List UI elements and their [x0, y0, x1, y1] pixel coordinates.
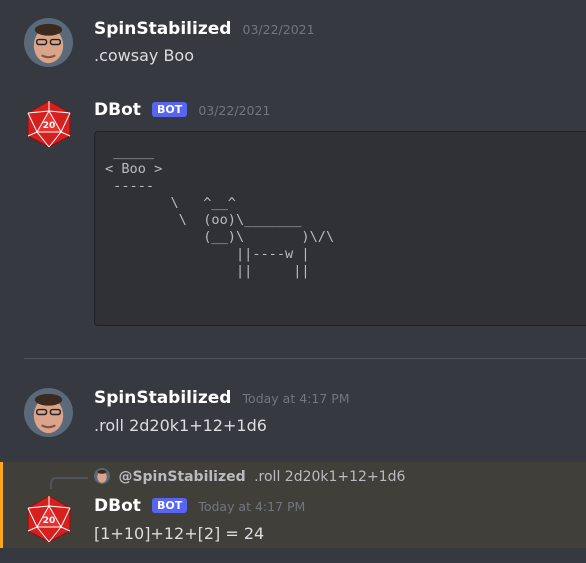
mention-highlight-bar	[0, 462, 3, 548]
d20-dice-icon[interactable]: 20	[24, 99, 74, 149]
username[interactable]: DBot	[94, 496, 141, 516]
d20-dice-image: 20	[27, 495, 71, 543]
reply-preview[interactable]: @SpinStabilized .roll 2d20k1+12+1d6	[94, 468, 405, 485]
d20-face-label: 20	[43, 121, 56, 131]
message-text: .cowsay Boo	[94, 46, 195, 65]
user-avatar-image	[24, 18, 73, 67]
username[interactable]: SpinStabilized	[94, 19, 231, 39]
message-text: .roll 2d20k1+12+1d6	[94, 416, 267, 435]
d20-dice-icon[interactable]: 20	[24, 494, 74, 544]
user-avatar-image	[24, 388, 73, 437]
d20-face-label: 20	[43, 516, 56, 526]
reply-text: .roll 2d20k1+12+1d6	[254, 469, 406, 485]
code-block: _____ < Boo > ----- \ ^__^ \ (oo)\______…	[94, 131, 586, 326]
timestamp: 03/22/2021	[242, 22, 315, 37]
reply-mention[interactable]: @SpinStabilized	[118, 469, 245, 485]
user-avatar[interactable]	[24, 18, 73, 67]
date-divider	[24, 358, 586, 359]
username[interactable]: DBot	[94, 100, 141, 120]
reply-spine	[50, 477, 88, 489]
bot-badge: BOT	[151, 498, 188, 513]
username[interactable]: SpinStabilized	[94, 388, 231, 408]
timestamp: Today at 4:17 PM	[198, 499, 306, 514]
reply-avatar	[94, 468, 110, 484]
roll-result: [1+10]+12+[2] = 24	[94, 524, 265, 543]
timestamp: 03/22/2021	[198, 103, 271, 118]
user-avatar[interactable]	[24, 388, 73, 437]
d20-dice-image: 20	[27, 100, 71, 148]
timestamp: Today at 4:17 PM	[242, 391, 350, 406]
bot-badge: BOT	[151, 102, 188, 117]
cowsay-output: _____ < Boo > ----- \ ^__^ \ (oo)\______…	[105, 144, 335, 279]
